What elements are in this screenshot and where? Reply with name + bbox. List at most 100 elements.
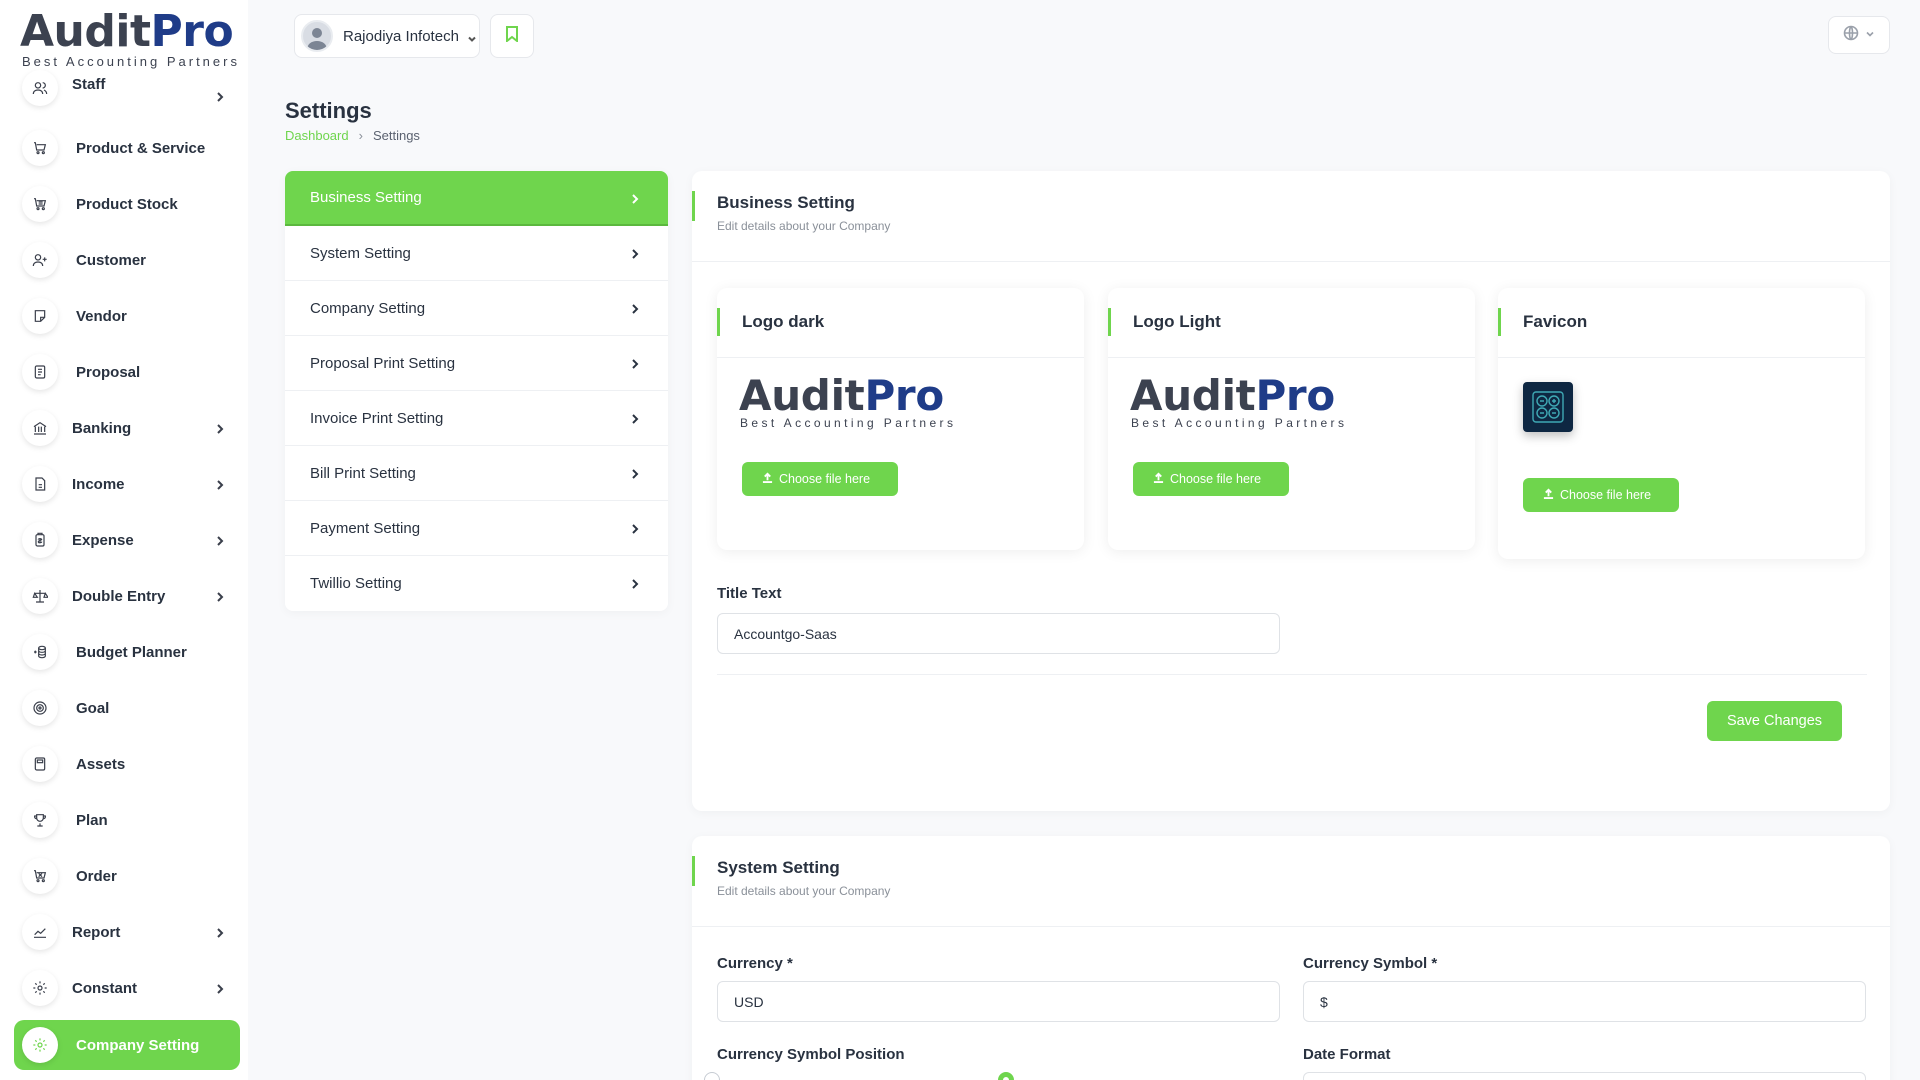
sidebar-item-budget-planner[interactable]: Budget Planner xyxy=(14,624,240,680)
trophy-icon xyxy=(22,802,58,838)
sidebar-item-expense[interactable]: Expense xyxy=(14,512,240,568)
chevron-right-icon xyxy=(214,478,226,490)
system-setting-subtitle: Edit details about your Company xyxy=(717,884,891,898)
settings-item-label: Business Setting xyxy=(310,189,422,206)
chevron-right-icon xyxy=(630,577,640,589)
settings-item-payment[interactable]: Payment Setting xyxy=(285,501,668,556)
sidebar-item-order[interactable]: Order xyxy=(14,848,240,904)
save-changes-button[interactable]: Save Changes xyxy=(1707,701,1842,741)
cart-off-icon xyxy=(22,858,58,894)
currency-symbol-position-label: Currency Symbol Position xyxy=(717,1046,905,1063)
settings-item-twillio[interactable]: Twillio Setting xyxy=(285,556,668,611)
sidebar-item-label: Product Stock xyxy=(76,195,178,213)
settings-item-invoice-print[interactable]: Invoice Print Setting xyxy=(285,391,668,446)
settings-item-label: Invoice Print Setting xyxy=(310,409,444,427)
settings-item-proposal-print[interactable]: Proposal Print Setting xyxy=(285,336,668,391)
favicon-preview xyxy=(1523,382,1573,432)
settings-item-label: Company Setting xyxy=(310,299,426,317)
business-setting-card: Business Setting Edit details about your… xyxy=(692,171,1890,811)
avatar xyxy=(301,20,333,52)
currency-input[interactable] xyxy=(717,981,1280,1022)
business-setting-title: Business Setting xyxy=(717,193,855,212)
title-text-input[interactable] xyxy=(717,613,1280,654)
title-text-label: Title Text xyxy=(717,585,782,602)
logo-light-choose-file-button[interactable]: Choose file here xyxy=(1133,462,1290,496)
sidebar-item-banking[interactable]: Banking xyxy=(14,400,240,456)
sidebar-item-assets[interactable]: Assets xyxy=(14,736,240,792)
chevron-right-icon xyxy=(630,412,640,424)
cart-box-icon xyxy=(22,186,58,222)
sidebar-item-product-service[interactable]: Product & Service xyxy=(14,120,240,176)
chevron-right-icon xyxy=(214,90,226,102)
organization-name: Rajodiya Infotech xyxy=(343,27,459,45)
note-icon xyxy=(22,298,58,334)
brand-logo[interactable]: AuditPro Best Accounting Partners xyxy=(20,6,240,70)
sidebar-item-proposal[interactable]: Proposal xyxy=(14,344,240,400)
logo-light-title: Logo Light xyxy=(1108,288,1475,358)
sidebar-item-label: Banking xyxy=(72,419,132,437)
business-setting-header: Business Setting Edit details about your… xyxy=(692,171,1890,262)
chevron-right-icon xyxy=(630,302,640,314)
sidebar-item-report[interactable]: Report xyxy=(14,904,240,960)
sidebar-item-label: Double Entry xyxy=(72,587,166,605)
settings-item-business[interactable]: Business Setting xyxy=(285,171,668,226)
language-selector[interactable] xyxy=(1828,16,1890,54)
user-plus-icon xyxy=(22,242,58,278)
system-setting-header: System Setting Edit details about your C… xyxy=(692,836,1890,927)
sidebar-item-label: Product & Service xyxy=(76,139,206,157)
logo-light-preview: AuditPro Best Accounting Partners xyxy=(1130,371,1348,431)
sidebar-item-goal[interactable]: Goal xyxy=(14,680,240,736)
sidebar-item-constant[interactable]: Constant xyxy=(14,960,240,1016)
upload-icon xyxy=(1543,488,1554,502)
sidebar-item-label: Constant xyxy=(72,979,137,997)
sidebar-item-product-stock[interactable]: Product Stock xyxy=(14,176,240,232)
settings-item-bill-print[interactable]: Bill Print Setting xyxy=(285,446,668,501)
currency-symbol-input[interactable] xyxy=(1303,981,1866,1022)
sidebar-item-staff[interactable]: Staff xyxy=(14,70,240,110)
chevron-right-icon xyxy=(630,522,640,534)
sidebar-item-vendor[interactable]: Vendor xyxy=(14,288,240,344)
settings-item-system[interactable]: System Setting xyxy=(285,226,668,281)
sidebar-item-customer[interactable]: Customer xyxy=(14,232,240,288)
date-format-select[interactable] xyxy=(1303,1072,1866,1080)
sidebar-item-income[interactable]: Income xyxy=(14,456,240,512)
sidebar-item-label: Company Setting xyxy=(76,1036,200,1054)
coins-icon xyxy=(22,634,58,670)
currency-label: Currency * xyxy=(717,955,793,972)
scale-icon xyxy=(22,578,58,614)
upload-icon xyxy=(1153,472,1164,486)
settings-item-company[interactable]: Company Setting xyxy=(285,281,668,336)
logo-dark-choose-file-button[interactable]: Choose file here xyxy=(742,462,899,496)
chevron-right-icon xyxy=(214,926,226,938)
favicon-choose-file-button[interactable]: Choose file here xyxy=(1523,478,1680,512)
chevron-right-icon xyxy=(630,192,640,204)
symbol-position-pre-radio[interactable] xyxy=(704,1072,720,1080)
settings-item-label: Proposal Print Setting xyxy=(310,354,456,372)
bookmark-button[interactable] xyxy=(490,14,534,58)
logo-dark-card: Logo dark AuditPro Best Accounting Partn… xyxy=(717,288,1084,550)
sidebar-item-plan[interactable]: Plan xyxy=(14,792,240,848)
brand-name: AuditPro xyxy=(20,6,234,57)
sidebar: AuditPro Best Accounting Partners Staff … xyxy=(0,0,248,1080)
settings-menu: Business Setting System Setting Company … xyxy=(285,171,668,611)
favicon-title: Favicon xyxy=(1498,288,1865,358)
chevron-down-icon xyxy=(1865,26,1875,44)
settings-item-label: Bill Print Setting xyxy=(310,464,416,482)
date-format-label: Date Format xyxy=(1303,1046,1391,1063)
sidebar-item-double-entry[interactable]: Double Entry xyxy=(14,568,240,624)
sidebar-item-label: Vendor xyxy=(76,307,127,325)
target-icon xyxy=(22,690,58,726)
chevron-right-icon xyxy=(214,422,226,434)
logo-dark-title: Logo dark xyxy=(717,288,1084,358)
sidebar-item-label: Goal xyxy=(76,699,110,717)
settings-item-label: Payment Setting xyxy=(310,519,421,537)
symbol-position-post-radio[interactable] xyxy=(998,1072,1014,1080)
upload-icon xyxy=(762,472,773,486)
chevron-right-icon xyxy=(630,247,640,259)
organization-switcher[interactable]: Rajodiya Infotech xyxy=(294,14,480,58)
sidebar-item-label: Report xyxy=(72,923,121,941)
system-setting-title: System Setting xyxy=(717,858,840,877)
breadcrumb-dashboard-link[interactable]: Dashboard xyxy=(285,128,349,143)
sidebar-item-label: Plan xyxy=(76,811,108,829)
sidebar-item-company-setting[interactable]: Company Setting xyxy=(14,1020,240,1070)
